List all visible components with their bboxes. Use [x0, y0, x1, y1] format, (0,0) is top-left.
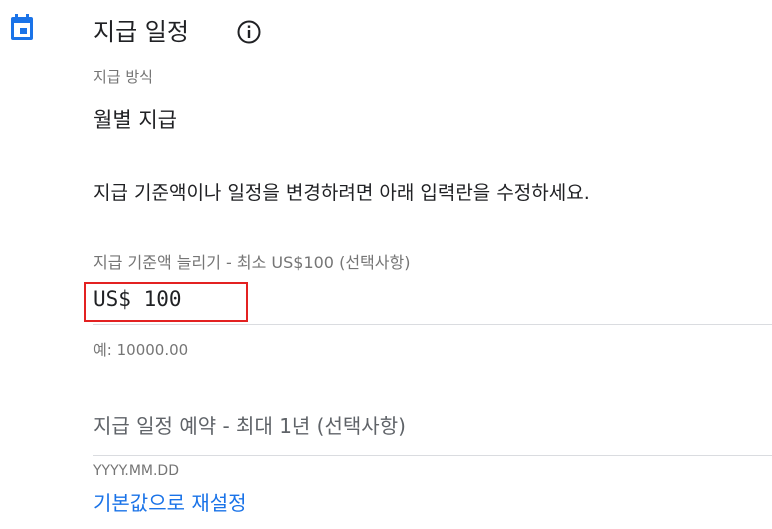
threshold-hint: 예: 10000.00	[93, 341, 189, 359]
reset-to-default-link[interactable]: 기본값으로 재설정	[93, 487, 247, 516]
threshold-input-underline	[93, 324, 772, 325]
threshold-label: 지급 기준액 늘리기 - 최소 US$100 (선택사항)	[93, 253, 411, 272]
date-format-hint: YYYY.MM.DD	[93, 463, 179, 479]
info-icon[interactable]	[235, 18, 263, 46]
payment-method-value: 월별 지급	[93, 108, 177, 132]
description-text: 지급 기준액이나 일정을 변경하려면 아래 입력란을 수정하세요.	[93, 182, 590, 204]
schedule-input-underline	[93, 455, 772, 456]
calendar-icon	[11, 14, 33, 40]
payment-method-label: 지급 방식	[93, 68, 153, 86]
section-title: 지급 일정	[93, 18, 189, 46]
schedule-input-label[interactable]: 지급 일정 예약 - 최대 1년 (선택사항)	[93, 410, 406, 439]
threshold-input[interactable]: US$ 100	[93, 287, 182, 311]
